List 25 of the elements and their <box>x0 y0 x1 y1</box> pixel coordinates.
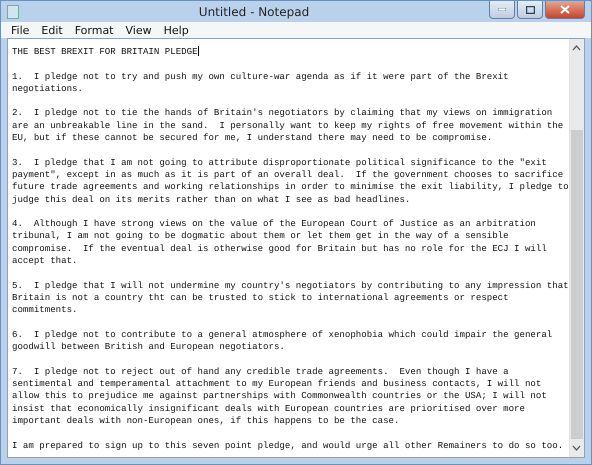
menu-item[interactable]: Help <box>158 24 195 36</box>
maximize-icon <box>526 6 534 14</box>
scrollbar-thumb[interactable] <box>570 130 583 439</box>
menu-item[interactable]: Format <box>68 24 120 36</box>
paragraph: 1. I pledge not to try and push my own culture-war agenda as if it were part of the Brexit negotiations. <box>12 70 510 96</box>
close-button[interactable] <box>545 1 585 19</box>
maximize-button[interactable] <box>517 1 543 19</box>
paragraph: 7. I pledge not to reject out of hand any credible trade agreements. Even though I have a sentimental and temperamental attachment to my European friends and business contacts, I will not allow this to prejudice me against partnerships with Commonwealth countries or the USA; I will not insist that economically insignificant deals with European countries are prioritised over more important deals with non-European ones, if this happens to be the case. <box>12 366 548 428</box>
notepad-icon <box>7 4 19 18</box>
paragraph: I am prepared to sign up to this seven point pledge, and would urge all other Remainers to do so too. <box>12 440 564 452</box>
window-title: Untitled - Notepad <box>198 4 310 18</box>
paragraph: 5. I pledge that I will not undermine my country's negotiators by contributing to any impression that Britain is not a country tht can be trusted to stick to international agreements or respect commitments. <box>12 280 569 317</box>
menu-item[interactable]: File <box>5 24 36 36</box>
document-title: THE BEST BREXIT FOR BRITAIN PLEDGE <box>12 46 200 58</box>
paragraph: 4. Although I have strong views on the value of the European Court of Justice as an arbitration tribunal, I am not going to be dogmatic about them or let them get in the way of a sensible compromise. If the eventual deal is otherwise good for Britain but has no role for the ECJ I will accept that. <box>12 218 548 268</box>
menu-item[interactable]: Edit <box>35 24 69 36</box>
close-icon <box>560 5 570 14</box>
paragraph: 2. I pledge not to tie the hands of Britain's negotiators by claiming that my views on immigration are an unbreakable line in the sand. I personally want to keep my rights of free movement within the EU, but if these cannot be secured for me, I understand there may need to be compromise. <box>12 107 564 144</box>
menu-item[interactable]: View <box>120 24 158 36</box>
scroll-up-icon[interactable] <box>572 45 582 51</box>
paragraph: 3. I pledge that I am not going to attribute disproportionate political significance to the "exit payment", except in as much as it is part of an overall deal. If the government chooses to sacrifice future trade agreements and working relationships in order to minimise the exit liability, I pledge to judge this deal on its merits rather than on what I see as bad headlines. <box>12 156 569 206</box>
paragraph: 6. I pledge not to contribute to a general atmosphere of xenophobia which could impair the general goodwill between British and European negotiators. <box>12 328 554 354</box>
minimize-button[interactable] <box>489 1 515 19</box>
scroll-down-icon[interactable] <box>572 445 582 451</box>
minimize-icon <box>498 8 506 11</box>
